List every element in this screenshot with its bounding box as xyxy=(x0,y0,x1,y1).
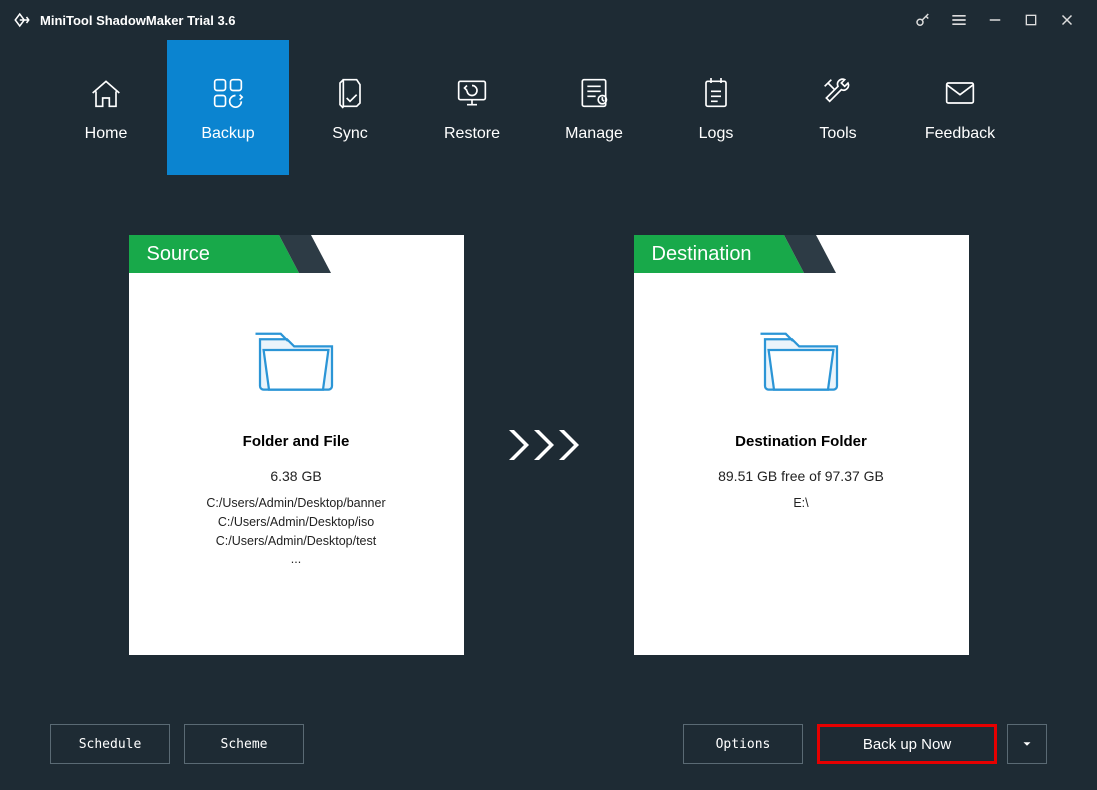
destination-path: E:\ xyxy=(654,494,949,513)
home-icon xyxy=(86,73,126,113)
maximize-button[interactable] xyxy=(1013,2,1049,38)
folder-icon xyxy=(756,323,846,393)
minimize-button[interactable] xyxy=(977,2,1013,38)
nav-label: Home xyxy=(85,125,128,143)
backup-now-button[interactable]: Back up Now xyxy=(817,724,997,764)
nav-manage[interactable]: Manage xyxy=(533,40,655,175)
titlebar: MiniTool ShadowMaker Trial 3.6 xyxy=(0,0,1097,40)
destination-title: Destination Folder xyxy=(654,433,949,450)
tools-icon xyxy=(818,73,858,113)
close-button[interactable] xyxy=(1049,2,1085,38)
source-size: 6.38 GB xyxy=(149,468,444,484)
nav-home[interactable]: Home xyxy=(45,40,167,175)
nav-label: Manage xyxy=(565,125,623,143)
app-logo-icon xyxy=(12,10,32,30)
nav-label: Sync xyxy=(332,125,368,143)
destination-tab-label: Destination xyxy=(634,235,782,273)
sync-icon xyxy=(330,73,370,113)
destination-header: Destination xyxy=(634,235,969,273)
options-button[interactable]: Options xyxy=(683,724,803,764)
nav-backup[interactable]: Backup xyxy=(167,40,289,175)
nav-logs[interactable]: Logs xyxy=(655,40,777,175)
nav-feedback[interactable]: Feedback xyxy=(899,40,1021,175)
nav-restore[interactable]: Restore xyxy=(411,40,533,175)
backup-icon xyxy=(208,73,248,113)
destination-content: Destination Folder 89.51 GB free of 97.3… xyxy=(634,273,969,533)
source-content: Folder and File 6.38 GB C:/Users/Admin/D… xyxy=(129,273,464,589)
chevron-down-icon xyxy=(1020,737,1034,751)
feedback-icon xyxy=(940,73,980,113)
backup-dropdown-button[interactable] xyxy=(1007,724,1047,764)
scheme-button[interactable]: Scheme xyxy=(184,724,304,764)
nav-label: Backup xyxy=(201,125,254,143)
nav-label: Feedback xyxy=(925,125,995,143)
nav-tools[interactable]: Tools xyxy=(777,40,899,175)
nav-label: Restore xyxy=(444,125,500,143)
destination-free: 89.51 GB free of 97.37 GB xyxy=(654,468,949,484)
source-path-1: C:/Users/Admin/Desktop/iso xyxy=(149,513,444,532)
key-icon[interactable] xyxy=(905,2,941,38)
source-header: Source xyxy=(129,235,464,273)
nav-sync[interactable]: Sync xyxy=(289,40,411,175)
destination-panel[interactable]: Destination Destination Folder 89.51 GB … xyxy=(634,235,969,655)
folder-icon xyxy=(251,323,341,393)
restore-icon xyxy=(452,73,492,113)
source-title: Folder and File xyxy=(149,433,444,450)
schedule-button[interactable]: Schedule xyxy=(50,724,170,764)
nav-label: Tools xyxy=(819,125,856,143)
logs-icon xyxy=(696,73,736,113)
main-nav: Home Backup Sync Restore Manage Logs T xyxy=(0,40,1097,175)
main-content: Source Folder and File 6.38 GB C:/Users/… xyxy=(0,175,1097,655)
arrow-icon xyxy=(504,235,594,655)
app-title: MiniTool ShadowMaker Trial 3.6 xyxy=(40,13,236,28)
source-path-2: C:/Users/Admin/Desktop/test xyxy=(149,532,444,551)
menu-icon[interactable] xyxy=(941,2,977,38)
footer: Schedule Scheme Options Back up Now xyxy=(0,724,1097,764)
source-panel[interactable]: Source Folder and File 6.38 GB C:/Users/… xyxy=(129,235,464,655)
nav-label: Logs xyxy=(699,125,734,143)
manage-icon xyxy=(574,73,614,113)
source-path-0: C:/Users/Admin/Desktop/banner xyxy=(149,494,444,513)
source-more: ... xyxy=(149,550,444,569)
